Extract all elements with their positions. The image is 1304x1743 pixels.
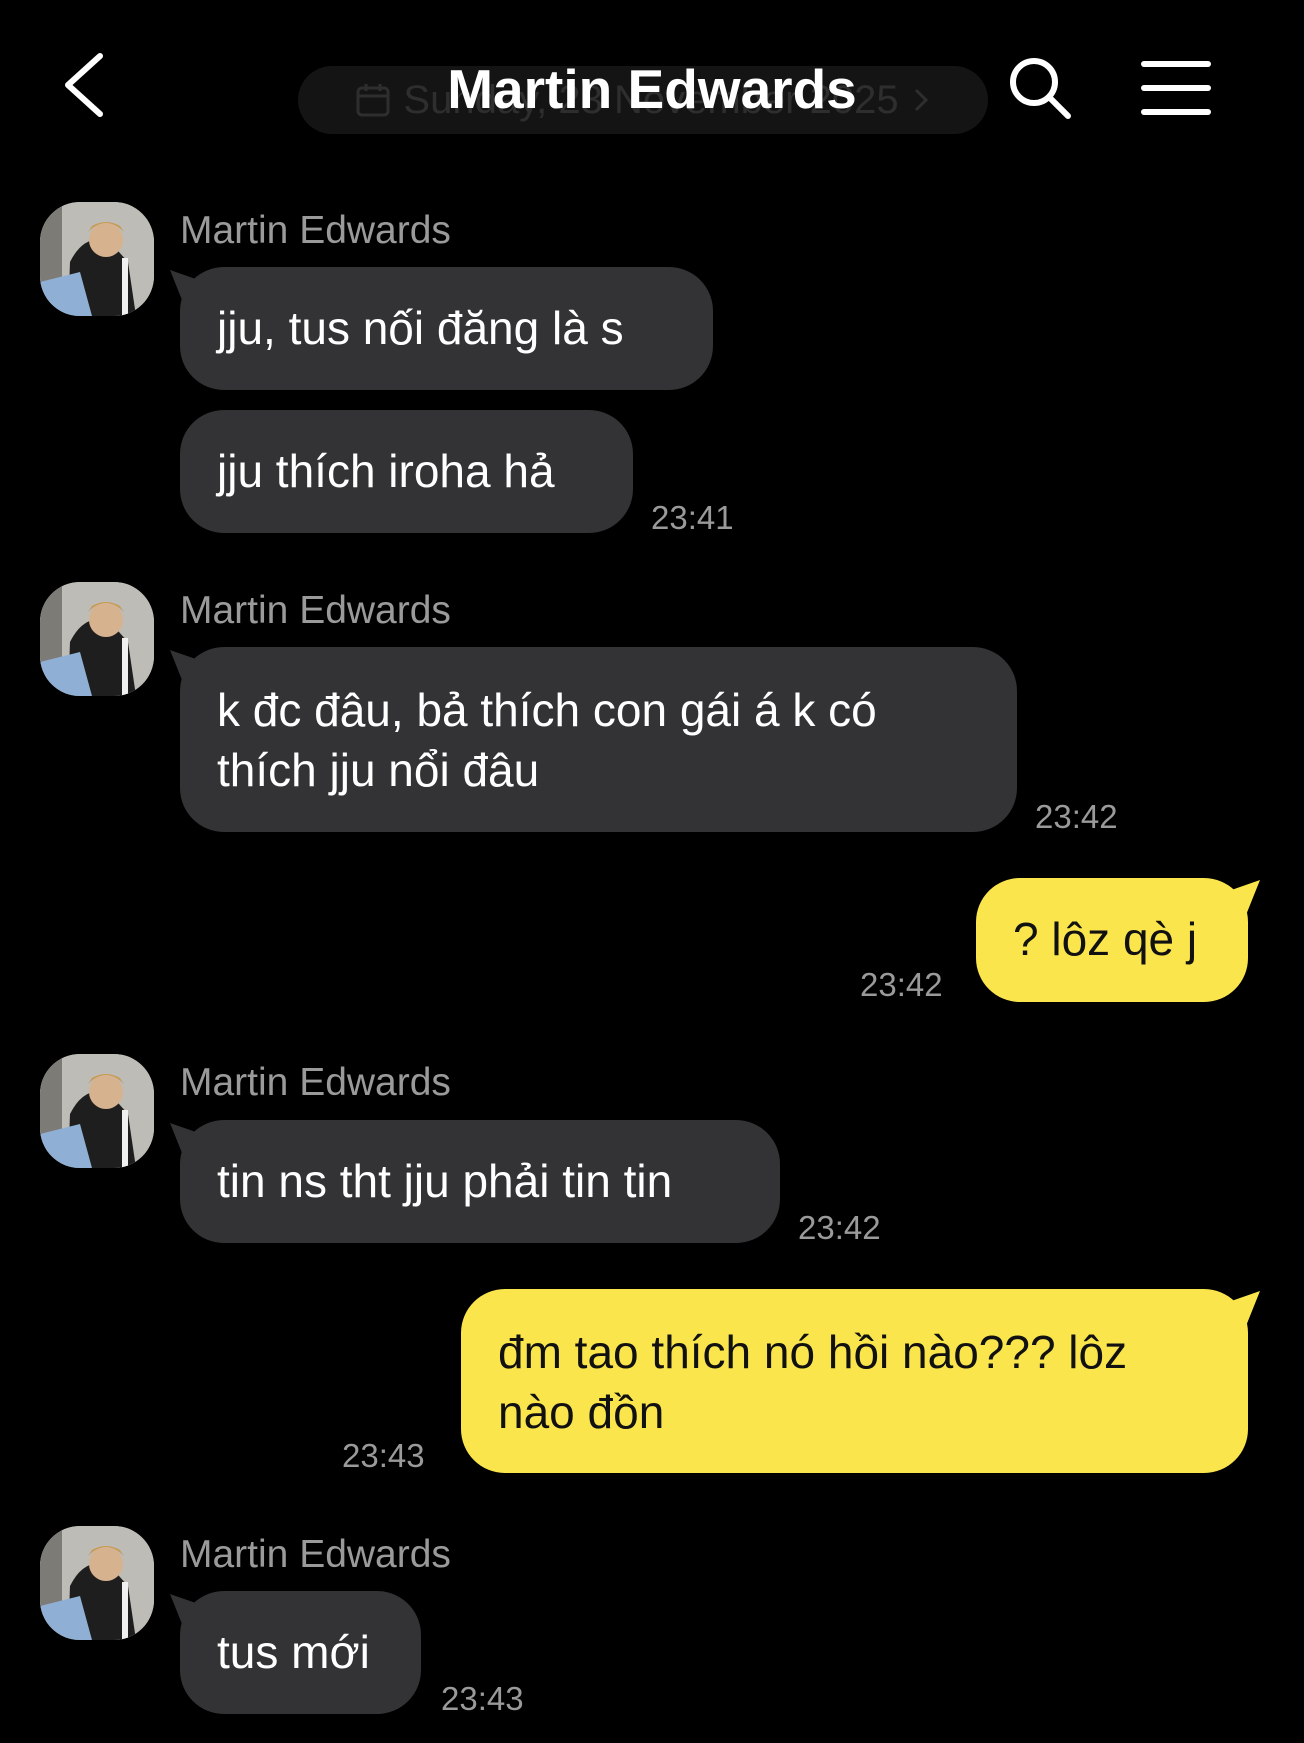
message-text: tus mới	[217, 1626, 370, 1678]
message-bubble-incoming[interactable]: tin ns tht jju phải tin tin	[180, 1120, 780, 1243]
avatar-image	[40, 202, 154, 316]
message-time: 23:43	[342, 1437, 425, 1474]
avatar[interactable]	[40, 1054, 154, 1168]
message-text-line: nào đồn	[498, 1386, 665, 1438]
message-text-line: đm tao thích nó hồi nào??? lôz	[498, 1326, 1128, 1378]
search-button[interactable]	[1004, 52, 1076, 124]
bubble-tail	[1226, 880, 1260, 914]
message-text-line: thích jju nổi đâu	[217, 744, 540, 796]
message-bubble-outgoing[interactable]: ? lôz qè j	[976, 878, 1248, 1002]
message-text: ? lôz qè j	[1013, 913, 1198, 965]
avatar[interactable]	[40, 582, 154, 696]
avatar[interactable]	[40, 202, 154, 316]
message-bubble-incoming[interactable]: k đc đâu, bả thích con gái á k có thích …	[180, 647, 1017, 832]
message-bubble-incoming[interactable]: tus mới	[180, 1591, 421, 1714]
message-text: jju, tus nối đăng là s	[217, 302, 624, 354]
sender-name: Martin Edwards	[180, 1061, 451, 1104]
message-time: 23:41	[651, 499, 734, 536]
menu-button[interactable]	[1140, 56, 1212, 120]
search-icon	[1010, 58, 1071, 119]
chevron-left-icon	[65, 53, 103, 117]
message-time: 23:43	[441, 1680, 524, 1717]
avatar-image	[40, 582, 154, 696]
chat-title: Martin Edwards	[447, 58, 857, 120]
message-time: 23:42	[860, 966, 943, 1003]
sender-name: Martin Edwards	[180, 209, 451, 252]
sender-name: Martin Edwards	[180, 1533, 451, 1576]
message-time: 23:42	[798, 1209, 881, 1246]
bubble-tail	[1226, 1291, 1260, 1325]
message-text: jju thích iroha hả	[217, 445, 555, 497]
message-bubble-outgoing[interactable]: đm tao thích nó hồi nào??? lôz nào đồn	[461, 1289, 1248, 1473]
avatar[interactable]	[40, 1526, 154, 1640]
chat-header: Sunday, 23 November 2025 Martin Edwards	[0, 0, 1304, 170]
message-time: 23:42	[1035, 798, 1118, 835]
sender-name: Martin Edwards	[180, 589, 451, 632]
message-text: tin ns tht jju phải tin tin	[217, 1155, 673, 1207]
message-bubble-incoming[interactable]: jju thích iroha hả	[180, 410, 633, 533]
menu-icon	[1141, 61, 1211, 115]
avatar-image	[40, 1054, 154, 1168]
avatar-image	[40, 1526, 154, 1640]
message-text-line: k đc đâu, bả thích con gái á k có	[217, 684, 877, 736]
message-bubble-incoming[interactable]: jju, tus nối đăng là s	[180, 267, 713, 390]
back-button[interactable]	[58, 50, 118, 120]
